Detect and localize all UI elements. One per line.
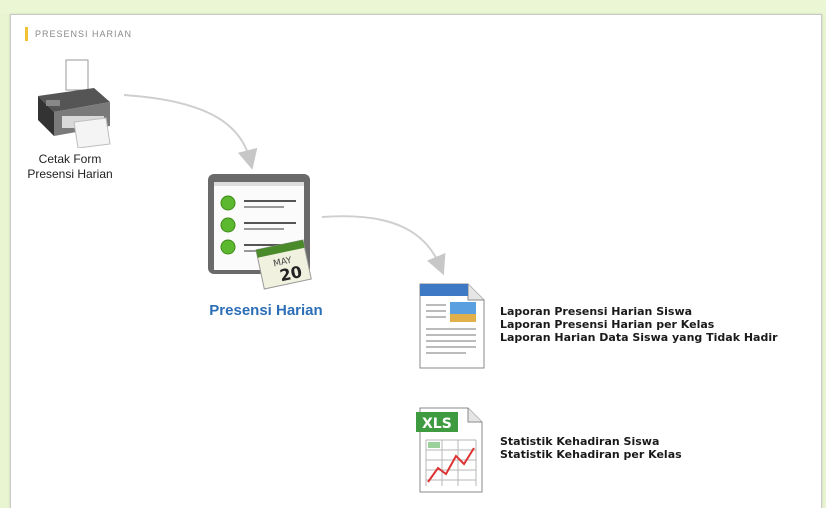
report-link-absent-students[interactable]: Laporan Harian Data Siswa yang Tidak Had… bbox=[500, 331, 778, 344]
statistics-links: Statistik Kehadiran Siswa Statistik Keha… bbox=[500, 435, 682, 461]
xls-spreadsheet-icon: XLS bbox=[416, 407, 483, 493]
stats-link-class-attendance[interactable]: Statistik Kehadiran per Kelas bbox=[500, 448, 682, 461]
daily-attendance-button[interactable]: MAY 20 bbox=[204, 172, 320, 296]
report-icon-container bbox=[416, 282, 488, 370]
panel-header: PRESENSI HARIAN bbox=[25, 27, 132, 41]
report-link-class-daily[interactable]: Laporan Presensi Harian per Kelas bbox=[500, 318, 778, 331]
xls-badge-text: XLS bbox=[422, 416, 452, 432]
stats-link-student-attendance[interactable]: Statistik Kehadiran Siswa bbox=[500, 435, 682, 448]
report-links: Laporan Presensi Harian Siswa Laporan Pr… bbox=[500, 305, 778, 344]
printer-icon bbox=[38, 59, 111, 148]
header-accent-bar bbox=[25, 27, 28, 41]
page-background-strip bbox=[0, 0, 826, 14]
statistics-icon-container: XLS bbox=[414, 404, 486, 494]
daily-attendance-label[interactable]: Presensi Harian bbox=[196, 302, 336, 319]
print-form-label[interactable]: Cetak Form Presensi Harian bbox=[10, 152, 130, 182]
panel-title: PRESENSI HARIAN bbox=[35, 29, 133, 39]
report-document-icon bbox=[419, 283, 485, 369]
report-link-student-daily[interactable]: Laporan Presensi Harian Siswa bbox=[500, 305, 778, 318]
print-form-button[interactable] bbox=[32, 56, 114, 148]
print-form-label-line1: Cetak Form bbox=[38, 152, 102, 166]
attendance-checklist-icon: MAY 20 bbox=[208, 174, 312, 290]
print-form-label-line2: Presensi Harian bbox=[27, 167, 113, 181]
